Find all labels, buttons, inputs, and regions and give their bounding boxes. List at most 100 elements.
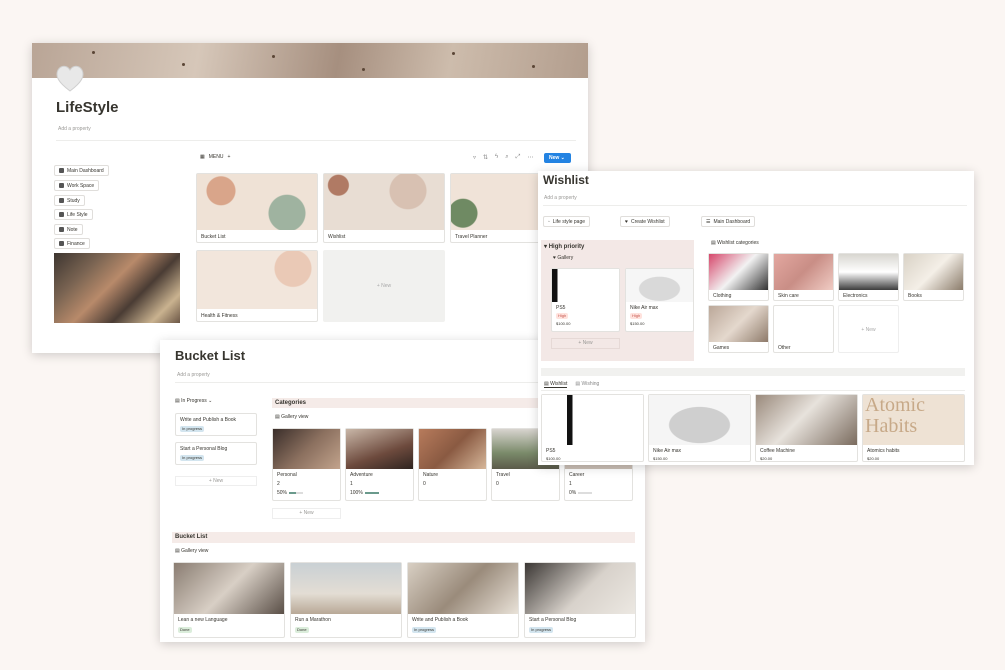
card-bucket-list[interactable]: Bucket List <box>196 173 318 243</box>
category-card[interactable]: Skin care <box>773 253 834 301</box>
status-badge: In progress <box>180 426 205 432</box>
nav-main-dashboard[interactable]: Main Dashboard <box>54 165 109 176</box>
filter-icon[interactable]: ▿ <box>473 154 476 161</box>
wishlist-item-card[interactable]: Nike Air max $150.00 <box>648 394 751 462</box>
gallery-view-tab[interactable]: ▤ Gallery view <box>175 548 208 554</box>
gallery-view-tab[interactable]: ▤ Gallery view <box>275 414 308 420</box>
wishlist-item-card[interactable]: PS5 $100.00 <box>541 394 644 462</box>
category-card[interactable]: Adventure 1 100% <box>345 428 414 501</box>
bucket-item-card[interactable]: Lean a new Language Done <box>173 562 285 638</box>
section-divider <box>541 368 965 376</box>
status-badge: Done <box>295 627 309 633</box>
heart-icon: ♥ <box>625 218 628 225</box>
in-progress-view[interactable]: ▤ In Progress ⌄ <box>175 398 212 404</box>
nav-work-space[interactable]: Work Space <box>54 180 100 191</box>
briefcase-icon <box>59 183 64 188</box>
view-tabs: ▦ MENU + <box>200 154 230 160</box>
nav-note[interactable]: Note <box>54 224 83 235</box>
coffee-machine-image <box>756 395 857 445</box>
card-image <box>419 429 486 469</box>
status-badge: In progress <box>180 455 205 461</box>
card-image <box>839 254 898 290</box>
card-image <box>273 429 340 469</box>
divider <box>543 205 967 206</box>
new-button[interactable]: New ⌄ <box>544 153 571 163</box>
card-image <box>291 563 401 614</box>
main-dashboard-button[interactable]: ☰ Main Dashboard <box>701 216 756 227</box>
progress-card[interactable]: Start a Personal Blog In progress <box>175 442 257 465</box>
tab-wishing[interactable]: ▤ Wishing <box>575 381 599 388</box>
category-card[interactable]: Clothing <box>708 253 769 301</box>
category-card[interactable]: Electronics <box>838 253 899 301</box>
lightning-icon[interactable]: ϟ <box>495 154 498 161</box>
priority-item-card[interactable]: Nike Air max High $150.00 <box>625 268 694 332</box>
list-icon: ☰ <box>706 218 711 225</box>
sneaker-image <box>626 269 693 302</box>
divider <box>541 390 965 391</box>
progress-card[interactable]: Write and Publish a Book In progress <box>175 413 257 436</box>
category-card[interactable]: Books <box>903 253 964 301</box>
book-icon <box>59 198 64 203</box>
nav-study[interactable]: Study <box>54 195 85 206</box>
new-category-card[interactable]: + New <box>838 305 899 353</box>
card-image <box>174 563 284 614</box>
home-icon <box>59 168 64 173</box>
life-style-page-button[interactable]: ◦ Life style page <box>543 216 591 227</box>
priority-item-card[interactable]: PS5 High $100.00 <box>551 268 620 332</box>
wishlist-window: Wishlist Add a property ◦ Life style page… <box>538 171 974 465</box>
card-image <box>709 254 768 290</box>
category-card[interactable]: Games <box>708 305 769 353</box>
bucket-item-card[interactable]: Write and Publish a Book In progress <box>407 562 519 638</box>
nav-finance[interactable]: Finance <box>54 238 90 249</box>
sort-icon[interactable]: ⇅ <box>483 154 488 161</box>
wishlist-item-card[interactable]: Atomic Habits Atomics habits $20.00 <box>862 394 965 462</box>
gallery-tab[interactable]: ♥ Gallery <box>553 255 573 261</box>
desk-image <box>54 253 180 323</box>
expand-icon[interactable]: ⤢ <box>516 154 521 161</box>
new-priority-button[interactable]: + New <box>551 338 620 349</box>
book-cover-image: Atomic Habits <box>863 395 964 445</box>
toolbar: ▿ ⇅ ϟ ⌕ ⤢ ⋯ <box>473 154 533 161</box>
status-badge: Done <box>178 627 192 633</box>
nav-life-style[interactable]: Life Style <box>54 209 93 220</box>
card-health-fitness[interactable]: Health & Fitness <box>196 250 318 322</box>
bucket-item-card[interactable]: Run a Marathon Done <box>290 562 402 638</box>
ps5-image <box>542 395 643 445</box>
category-card[interactable]: Nature 0 <box>418 428 487 501</box>
priority-badge: High <box>630 313 643 319</box>
search-icon[interactable]: ⌕ <box>505 154 508 161</box>
new-card[interactable]: + New <box>323 250 445 322</box>
create-wishlist-button[interactable]: ♥ Create Wishlist <box>620 216 670 227</box>
high-priority-toggle[interactable]: ▾ High priority <box>544 243 584 250</box>
bucket-item-card[interactable]: Start a Personal Blog In progress <box>524 562 636 638</box>
grid-icon: ▦ <box>200 154 205 160</box>
card-cover <box>197 251 317 309</box>
bookmark-icon <box>59 227 64 232</box>
cover-image <box>32 43 588 78</box>
sneaker-image <box>649 395 750 445</box>
add-view-icon[interactable]: + <box>227 154 230 160</box>
heart-icon <box>56 65 84 92</box>
wishlist-item-card[interactable]: Coffee Machine $20.00 <box>755 394 858 462</box>
category-card[interactable]: Personal 2 50% <box>272 428 341 501</box>
more-icon[interactable]: ⋯ <box>527 154 533 161</box>
category-card[interactable]: Other <box>773 305 834 353</box>
card-image <box>709 306 768 342</box>
page-title: Wishlist <box>543 173 589 187</box>
add-property[interactable]: Add a property <box>177 372 210 378</box>
wishlist-categories-tab[interactable]: ▤ Wishlist categories <box>711 240 759 246</box>
add-property[interactable]: Add a property <box>544 195 577 201</box>
card-image <box>525 563 635 614</box>
add-property[interactable]: Add a property <box>58 126 91 132</box>
status-badge: In progress <box>412 627 437 633</box>
divider <box>56 140 576 141</box>
card-image <box>904 254 963 290</box>
lifestyle-window: LifeStyle Add a property Main Dashboard … <box>32 43 588 353</box>
tab-wishlist[interactable]: ▤ Wishlist <box>544 381 568 388</box>
high-priority-panel: ▾ High priority ♥ Gallery PS5 High $100.… <box>541 240 694 361</box>
menu-tab[interactable]: MENU <box>209 154 224 160</box>
card-image <box>408 563 518 614</box>
new-item-button[interactable]: + New <box>175 476 257 486</box>
card-wishlist[interactable]: Wishlist <box>323 173 445 243</box>
new-category-button[interactable]: + New <box>272 508 341 519</box>
